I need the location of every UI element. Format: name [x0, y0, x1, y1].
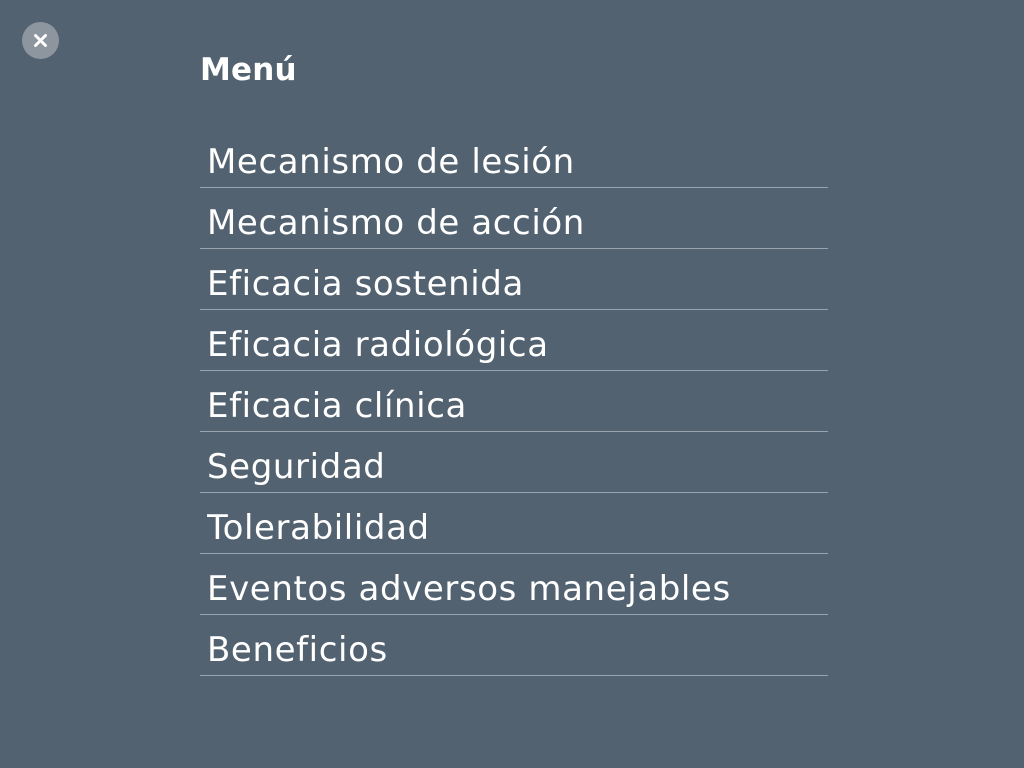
menu-item-label: Eficacia sostenida — [207, 264, 524, 304]
menu-item-label: Eventos adversos manejables — [207, 569, 731, 609]
menu-screen: Menú Mecanismo de lesión Mecanismo de ac… — [0, 0, 1024, 768]
menu-item-eventos-adversos-manejables[interactable]: Eventos adversos manejables — [200, 554, 828, 615]
menu-item-eficacia-sostenida[interactable]: Eficacia sostenida — [200, 249, 828, 310]
close-icon — [34, 34, 47, 47]
menu-item-beneficios[interactable]: Beneficios — [200, 615, 828, 676]
menu-list: Mecanismo de lesión Mecanismo de acción … — [200, 127, 828, 676]
menu-item-eficacia-clinica[interactable]: Eficacia clínica — [200, 371, 828, 432]
menu-item-label: Beneficios — [207, 630, 388, 670]
menu-item-label: Seguridad — [207, 447, 386, 487]
menu-item-label: Tolerabilidad — [207, 508, 430, 548]
menu-item-tolerabilidad[interactable]: Tolerabilidad — [200, 493, 828, 554]
menu-item-label: Eficacia radiológica — [207, 325, 549, 365]
menu-item-seguridad[interactable]: Seguridad — [200, 432, 828, 493]
menu-item-mecanismo-de-lesion[interactable]: Mecanismo de lesión — [200, 127, 828, 188]
menu-item-label: Eficacia clínica — [207, 386, 467, 426]
menu-item-mecanismo-de-accion[interactable]: Mecanismo de acción — [200, 188, 828, 249]
close-button[interactable] — [22, 22, 59, 59]
menu-item-label: Mecanismo de lesión — [207, 142, 575, 182]
menu-item-label: Mecanismo de acción — [207, 203, 585, 243]
page-title: Menú — [200, 52, 297, 88]
menu-item-eficacia-radiologica[interactable]: Eficacia radiológica — [200, 310, 828, 371]
